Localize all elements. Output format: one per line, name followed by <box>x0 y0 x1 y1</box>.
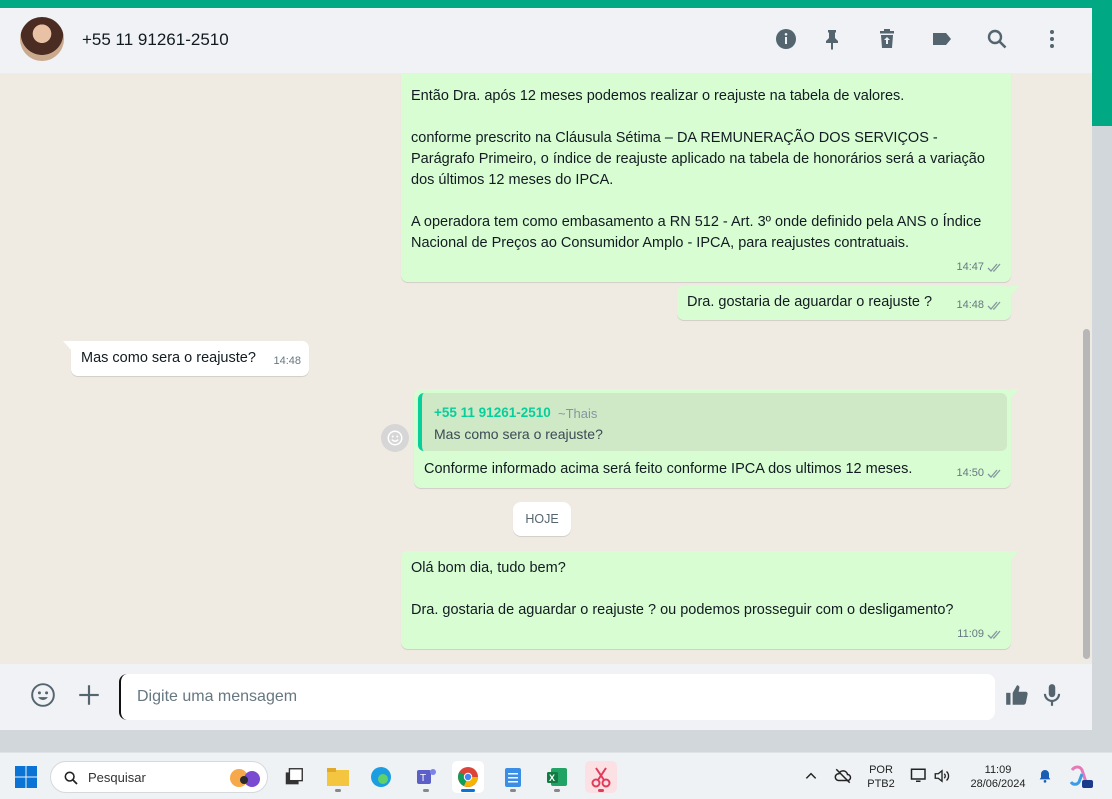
svg-text:T: T <box>420 773 426 784</box>
reaction-icon[interactable] <box>381 424 409 452</box>
notepad-icon[interactable] <box>497 761 529 793</box>
taskbar: Pesquisar T X POR PTB2 11:09 28/06/2024 <box>0 752 1112 799</box>
attach-plus-icon[interactable] <box>74 680 104 710</box>
menu-icon[interactable] <box>1039 26 1065 52</box>
notification-bell-icon[interactable] <box>1037 767 1053 785</box>
message-bubble-in[interactable]: Mas como sera o reajuste? 14:48 <box>63 341 309 376</box>
double-check-icon <box>987 469 1001 478</box>
edge-browser-icon[interactable] <box>365 761 397 793</box>
message-bubble-out[interactable]: Dra. gostaria de aguardar o reajuste ? 1… <box>677 286 1019 320</box>
message-text: Olá bom dia, tudo bem? Dra. gostaria de … <box>411 560 954 618</box>
monitor-icon[interactable] <box>909 767 929 785</box>
message-time: 14:48 <box>273 355 301 367</box>
pin-icon[interactable] <box>819 26 845 52</box>
language-code: POR <box>869 764 893 776</box>
double-check-icon <box>987 630 1001 639</box>
message-time: 11:09 <box>957 628 984 640</box>
bubble-tail <box>1010 286 1019 296</box>
file-explorer-icon[interactable] <box>322 761 354 793</box>
message-meta: 14:47 <box>956 257 1003 278</box>
volume-icon[interactable] <box>932 767 952 785</box>
message-meta: 14:48 <box>956 295 1003 316</box>
window-edge <box>1092 126 1112 730</box>
quoted-message[interactable]: +55 11 91261-2510 ~Thais Mas como sera o… <box>418 393 1007 451</box>
chat-scrollbar[interactable] <box>1083 329 1090 659</box>
message-input[interactable] <box>119 674 995 720</box>
message-time: 14:47 <box>956 261 984 273</box>
message-bubble-out[interactable]: Olá bom dia, tudo bem? Dra. gostaria de … <box>401 551 1019 649</box>
bubble-tail <box>1010 389 1019 399</box>
chrome-icon[interactable] <box>452 761 484 793</box>
chat-window: +55 11 91261-2510 Então Dra. após 12 mes… <box>0 8 1092 730</box>
quoted-text: Mas como sera o reajuste? <box>434 426 603 442</box>
message-meta: 11:09 <box>957 624 1003 645</box>
language-indicator[interactable]: POR PTB2 <box>863 763 899 791</box>
message-text: Mas como sera o reajuste? <box>81 350 256 366</box>
quoted-sender-alias: ~Thais <box>558 406 598 421</box>
task-view-icon[interactable] <box>278 761 310 793</box>
message-time: 14:48 <box>956 299 984 311</box>
taskbar-search[interactable]: Pesquisar <box>50 761 268 793</box>
teams-icon[interactable]: T <box>410 761 442 793</box>
message-bubble-out[interactable]: Então Dra. após 12 meses podemos realiza… <box>401 74 1011 282</box>
chevron-up-icon[interactable] <box>804 769 818 783</box>
bubble-tail <box>1010 551 1019 561</box>
chat-header: +55 11 91261-2510 <box>0 8 1092 74</box>
message-meta: 14:48 <box>273 351 301 372</box>
cloud-offline-icon[interactable] <box>833 767 853 785</box>
delete-icon[interactable] <box>874 26 900 52</box>
clock-date: 28/06/2024 <box>970 778 1026 790</box>
info-icon[interactable] <box>773 26 799 52</box>
search-highlight-icon <box>230 769 260 787</box>
microphone-icon[interactable] <box>1037 680 1067 710</box>
clock-time: 11:09 <box>984 764 1012 776</box>
snipping-tool-icon[interactable] <box>585 761 617 793</box>
windows-start-icon[interactable] <box>14 765 38 789</box>
search-icon <box>64 771 78 785</box>
keyboard-layout: PTB2 <box>867 778 895 790</box>
svg-text:X: X <box>549 773 555 783</box>
message-meta: 14:50 <box>956 463 1003 484</box>
double-check-icon <box>987 263 1001 272</box>
system-clock[interactable]: 11:09 28/06/2024 <box>963 763 1033 791</box>
message-list[interactable]: Então Dra. após 12 meses podemos realiza… <box>0 74 1092 664</box>
thumbs-up-icon[interactable] <box>1002 680 1032 710</box>
compose-bar <box>0 664 1092 730</box>
search-icon[interactable] <box>984 26 1010 52</box>
quoted-sender: +55 11 91261-2510 <box>434 405 551 420</box>
bubble-tail <box>63 341 72 351</box>
message-text: Conforme informado acima será feito conf… <box>424 461 913 477</box>
taskbar-search-label: Pesquisar <box>88 770 146 785</box>
window-edge-accent <box>1092 8 1112 126</box>
message-time: 14:50 <box>956 467 984 479</box>
excel-icon[interactable]: X <box>541 761 573 793</box>
top-accent-bar <box>0 0 1112 8</box>
message-text: Dra. gostaria de aguardar o reajuste ? <box>687 294 933 310</box>
emoji-icon[interactable] <box>28 680 58 710</box>
date-divider: HOJE <box>513 502 571 536</box>
avatar[interactable] <box>20 17 64 61</box>
contact-name[interactable]: +55 11 91261-2510 <box>82 30 229 50</box>
label-icon[interactable] <box>929 26 955 52</box>
message-text: Então Dra. após 12 meses podemos realiza… <box>411 88 985 251</box>
message-bubble-out[interactable]: +55 11 91261-2510 ~Thais Mas como sera o… <box>414 389 1019 488</box>
copilot-icon[interactable] <box>1068 764 1094 790</box>
double-check-icon <box>987 301 1001 310</box>
